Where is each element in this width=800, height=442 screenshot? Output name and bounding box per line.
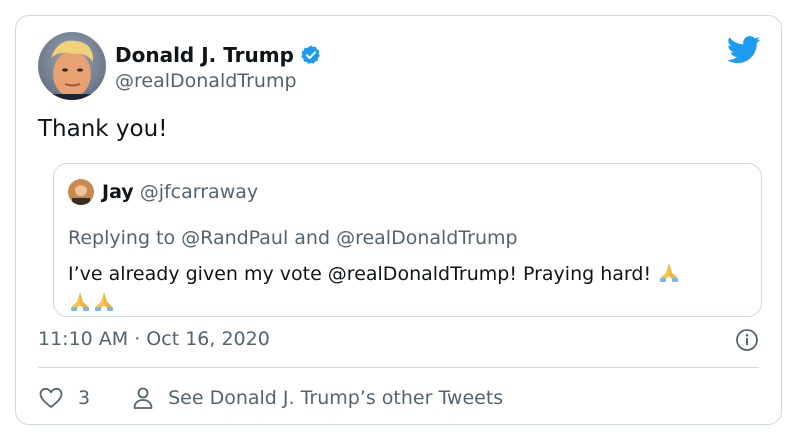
folded-hands-emoji xyxy=(95,292,113,311)
twitter-bird-icon[interactable] xyxy=(727,36,761,64)
see-other-tweets-label: See Donald J. Trump’s other Tweets xyxy=(168,387,504,409)
verified-badge-icon xyxy=(301,45,320,64)
divider xyxy=(38,367,759,368)
heart-icon xyxy=(39,387,63,408)
tweet-embed-card[interactable]: Donald J. Trump @realDonaldTrump Thank y… xyxy=(15,15,782,425)
quoted-tweet-text: I’ve already given my vote @realDonaldTr… xyxy=(68,260,748,318)
like-count: 3 xyxy=(78,387,91,409)
folded-hands-emoji xyxy=(71,292,89,311)
author-avatar[interactable] xyxy=(38,32,106,100)
folded-hands-emoji xyxy=(660,263,679,282)
quoted-author-avatar[interactable] xyxy=(68,179,94,205)
quoted-author-name[interactable]: Jay xyxy=(102,181,134,203)
replying-to: Replying to @RandPaul and @realDonaldTru… xyxy=(68,227,518,249)
quoted-tweet[interactable]: Jay @jfcarraway Replying to @RandPaul an… xyxy=(53,163,762,317)
action-bar: 3 See Donald J. Trump’s other Tweets xyxy=(38,383,503,413)
quoted-text-body: I’ve already given my vote @realDonaldTr… xyxy=(68,263,652,285)
like-button[interactable]: 3 xyxy=(38,386,132,410)
quoted-author-handle[interactable]: @jfcarraway xyxy=(140,181,258,203)
author-handle[interactable]: @realDonaldTrump xyxy=(115,70,297,92)
tweet-timestamp[interactable]: 11:10 AM · Oct 16, 2020 xyxy=(38,328,270,350)
see-other-tweets-link[interactable]: See Donald J. Trump’s other Tweets xyxy=(132,386,503,410)
author-name[interactable]: Donald J. Trump xyxy=(115,43,294,67)
person-icon xyxy=(133,387,153,409)
info-icon[interactable] xyxy=(735,328,759,352)
tweet-text: Thank you! xyxy=(38,116,168,142)
